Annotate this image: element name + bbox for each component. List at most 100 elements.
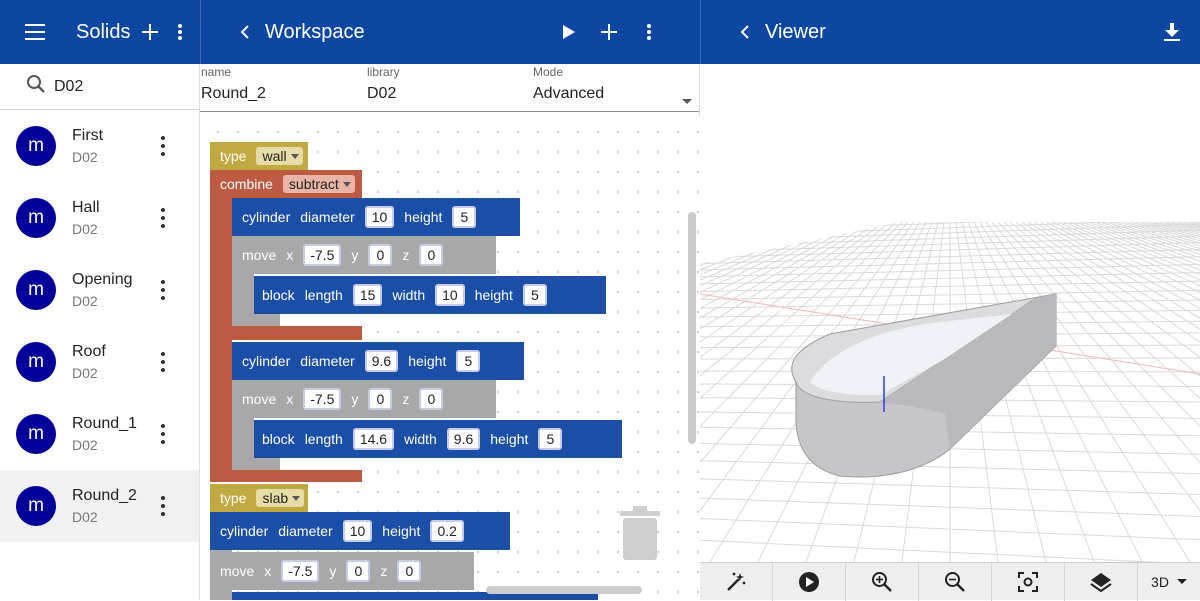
more-vert-icon[interactable] [151, 420, 175, 448]
type-block-slab[interactable]: type slab [210, 484, 308, 512]
viewer-title: Viewer [765, 20, 826, 43]
library-field-value[interactable]: D02 [367, 85, 400, 103]
list-item[interactable]: m Hall D02 [0, 182, 199, 254]
list-item-name: Roof [72, 343, 106, 360]
add-block-icon[interactable] [589, 12, 629, 52]
y-input[interactable]: 0 [368, 388, 393, 410]
cylinder-label: cylinder [220, 523, 269, 539]
height-input[interactable]: 5 [456, 350, 481, 372]
height-label: height [490, 431, 529, 447]
y-input[interactable]: 0 [346, 560, 371, 582]
x-input[interactable]: -7.5 [303, 244, 342, 266]
combine-block[interactable]: combine subtract [210, 170, 362, 198]
avatar: m [16, 198, 56, 238]
x-input[interactable]: -7.5 [281, 560, 320, 582]
combine-separator [210, 326, 362, 340]
type-block-wall[interactable]: type wall [210, 142, 308, 170]
dropdown-arrow-icon[interactable] [682, 92, 692, 110]
mode-select-value[interactable]: Advanced [533, 85, 698, 103]
move-block-1[interactable]: move x -7.5 y 0 z 0 [232, 236, 496, 274]
chevron-left-icon[interactable] [225, 12, 265, 52]
length-input[interactable]: 15 [352, 284, 383, 306]
list-item[interactable]: m First D02 [0, 110, 199, 182]
cylinder-block-2[interactable]: cylinder diameter 9.6 height 5 [232, 342, 524, 380]
center-focus-icon[interactable] [992, 562, 1065, 601]
x-input[interactable]: -7.5 [303, 388, 342, 410]
height-input[interactable]: 5 [522, 284, 547, 306]
search-icon [26, 74, 46, 99]
z-label: z [402, 247, 410, 263]
menu-icon[interactable] [16, 12, 56, 52]
trash-icon[interactable] [620, 506, 660, 567]
diameter-input[interactable]: 10 [342, 520, 373, 542]
cylinder-block-1[interactable]: cylinder diameter 10 height 5 [232, 198, 520, 236]
more-vert-icon[interactable] [629, 12, 669, 52]
solids-appbar: Solids [0, 0, 200, 64]
view-mode-select[interactable]: 3D [1138, 563, 1200, 601]
combine-dropdown[interactable]: subtract [282, 175, 355, 193]
grid-line [700, 222, 753, 562]
z-input[interactable]: 0 [397, 560, 422, 582]
library-field[interactable]: library D02 [367, 64, 400, 103]
more-vert-icon[interactable] [151, 132, 175, 160]
download-icon[interactable] [1152, 12, 1192, 52]
width-input[interactable]: 9.6 [446, 428, 481, 450]
diameter-input[interactable]: 9.6 [364, 350, 399, 372]
play-circle-icon[interactable] [773, 562, 846, 601]
3d-viewport[interactable] [700, 64, 1200, 562]
list-item-library: D02 [72, 509, 98, 525]
layers-icon[interactable] [1065, 562, 1138, 601]
move-block-2[interactable]: move x -7.5 y 0 z 0 [232, 380, 496, 418]
play-icon[interactable] [549, 12, 589, 52]
workspace-panel: name Round_2 library D02 Mode Advanced t… [200, 64, 700, 600]
solids-list-panel: D02 m First D02 m Hall D02 m Opening D02 m Roof D02… [0, 64, 200, 600]
width-input[interactable]: 10 [435, 284, 465, 306]
viewer-panel[interactable] [700, 64, 1200, 600]
width-label: width [392, 287, 426, 303]
y-input[interactable]: 0 [368, 244, 393, 266]
z-input[interactable]: 0 [419, 244, 444, 266]
search-bar[interactable]: D02 [0, 64, 199, 110]
mode-select[interactable]: Mode Advanced [533, 64, 698, 104]
move-block-3[interactable]: move x -7.5 y 0 z 0 [210, 552, 474, 590]
name-field-value[interactable]: Round_2 [201, 85, 266, 103]
vertical-scrollbar[interactable] [688, 212, 696, 444]
height-input[interactable]: 0.2 [430, 520, 464, 542]
magic-wand-icon[interactable] [700, 562, 773, 601]
cylinder-block-3[interactable]: cylinder diameter 10 height 0.2 [210, 512, 510, 550]
search-input[interactable]: D02 [54, 78, 83, 96]
more-vert-icon[interactable] [151, 276, 175, 304]
diameter-input[interactable]: 10 [364, 206, 395, 228]
type-dropdown[interactable]: wall [256, 147, 303, 165]
list-item[interactable]: m Opening D02 [0, 254, 199, 326]
list-item[interactable]: m Round_2 D02 [0, 470, 199, 542]
move-block-1-footer [232, 314, 280, 326]
height-input[interactable]: 5 [538, 428, 563, 450]
more-vert-icon[interactable] [151, 204, 175, 232]
move-block-2-footer [232, 458, 280, 470]
zoom-out-icon[interactable] [919, 562, 992, 601]
z-input[interactable]: 0 [419, 388, 444, 410]
name-field[interactable]: name Round_2 [201, 64, 266, 103]
block-block-2[interactable]: block length 14.6 width 9.6 height 5 [254, 420, 622, 458]
more-vert-icon[interactable] [151, 348, 175, 376]
more-vert-icon[interactable] [170, 12, 190, 52]
horizontal-scrollbar[interactable] [486, 586, 642, 594]
workspace-title: Workspace [265, 20, 365, 43]
height-label: height [404, 209, 443, 225]
list-item[interactable]: m Roof D02 [0, 326, 199, 398]
y-label: y [351, 391, 359, 407]
more-vert-icon[interactable] [151, 492, 175, 520]
chevron-left-icon[interactable] [725, 12, 765, 52]
list-item-library: D02 [72, 293, 98, 309]
block-block-1[interactable]: block length 15 width 10 height 5 [254, 276, 606, 314]
list-item[interactable]: m Round_1 D02 [0, 398, 199, 470]
zoom-in-icon[interactable] [846, 562, 919, 601]
height-input[interactable]: 5 [452, 206, 477, 228]
type-dropdown[interactable]: slab [256, 489, 305, 507]
length-input[interactable]: 14.6 [352, 428, 395, 450]
add-solid-icon[interactable] [130, 12, 170, 52]
blockly-canvas[interactable]: type wall combine subtract cylinder diam… [200, 116, 700, 600]
viewer-toolbar: 3D [700, 562, 1200, 601]
width-label: width [404, 431, 437, 447]
